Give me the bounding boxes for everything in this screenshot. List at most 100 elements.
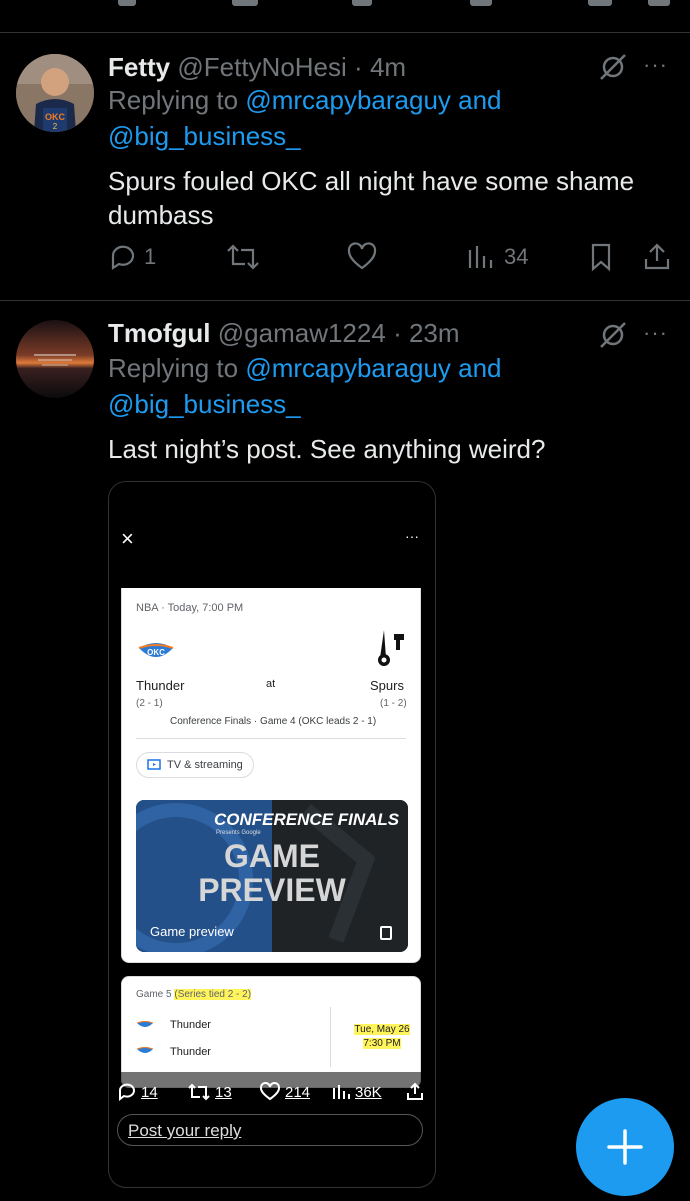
divider [136,738,406,739]
tweet-actions: 1 34 [108,242,670,282]
handle[interactable]: @FettyNoHesi [177,52,346,82]
share-icon [407,1082,423,1100]
away-record: (2 - 1) [136,698,163,709]
menu-icon: ··· [405,528,419,544]
avatar[interactable] [16,320,94,398]
reply-button[interactable]: 1 [108,242,156,272]
reply-icon [119,1083,135,1101]
game5-series: (Series tied 2 - 2) [174,989,252,1000]
overlay-like-count: 214 [285,1083,311,1101]
overlay-like[interactable]: 214 [259,1082,310,1102]
divider [330,1007,331,1067]
tweet-header: Tmofgul @gamaw1224 · 23m [108,318,460,349]
tweet-text: Spurs fouled OKC all night have some sha… [108,164,668,232]
like-icon [347,242,377,270]
bookmark-button[interactable] [586,242,616,272]
share-button[interactable] [642,242,672,272]
mention-link[interactable]: @mrcapybaraguy [245,85,451,115]
at-label: at [266,678,276,690]
away-team: Thunder [136,678,185,693]
more-icon[interactable]: ··· [643,52,668,78]
overlay-views-count: 36K [355,1083,382,1101]
display-name[interactable]: Fetty [108,52,170,82]
thunder-logo: OKC [138,643,174,657]
grok-icon[interactable] [596,318,630,352]
timestamp[interactable]: 23m [409,318,460,348]
replying-to: Replying to @mrcapybaraguy and @big_busi… [108,82,502,154]
banner-caption: Game preview [150,924,234,939]
overlay-retweet[interactable]: 13 [187,1082,232,1102]
spurs-logo [378,630,404,666]
g5-team1: Thunder [170,1019,211,1031]
like-icon [260,1082,280,1101]
compose-button[interactable] [576,1098,674,1196]
reply-icon [111,245,135,271]
avatar[interactable]: OKC 2 [16,54,94,132]
embedded-screenshot[interactable]: × ··· NBA · Today, 7:00 PM OKC Thunder (… [108,481,436,1188]
g5-datetime: Tue, May 26 7:30 PM [344,1023,420,1051]
reply-count: 1 [144,244,157,269]
chip-label: TV & streaming [167,759,243,771]
video-icon [380,926,392,940]
embedded-top-bar: × ··· [109,482,435,588]
handle[interactable]: @gamaw1224 [218,318,386,348]
timestamp[interactable]: 4m [370,52,406,82]
mention-link[interactable]: @big_business_ [108,389,301,419]
post-reply-input[interactable]: Post your reply [117,1114,423,1146]
banner-line2: PREVIEW [198,872,346,908]
tv-icon [147,759,161,770]
banner-presents: Presents Google [216,830,261,836]
game-card: NBA · Today, 7:00 PM OKC Thunder (2 - 1)… [121,588,421,963]
home-record: (1 - 2) [380,698,407,709]
game-preview-banner[interactable]: CONFERENCE FINALS Presents Google GAME P… [136,800,408,952]
display-name[interactable]: Tmofgul [108,318,211,348]
retweet-icon [227,244,259,270]
tv-streaming-chip[interactable]: TV & streaming [136,752,254,778]
thunder-logo [136,1021,154,1027]
close-icon: × [121,526,134,551]
views-button[interactable]: 34 [466,242,528,272]
g5-time: 7:30 PM [363,1038,401,1049]
separator-dot: · [393,318,402,348]
replying-prefix: Replying to [108,85,239,115]
retweet-icon [188,1083,210,1101]
tweet-text-line: dumbass [108,200,214,230]
overlay-views[interactable]: 36K [331,1082,382,1102]
tweet-header: Fetty @FettyNoHesi · 4m [108,52,406,83]
tweet-text: Last night’s post. See anything weird? [108,434,546,464]
overlay-retweet-count: 13 [215,1083,232,1101]
g5-team2: Thunder [170,1046,211,1058]
overlay-reply[interactable]: 14 [117,1082,158,1102]
mention-and: and [458,85,502,115]
svg-text:OKC: OKC [147,648,165,657]
mention-and: and [458,353,502,383]
thunder-logo [136,1047,154,1053]
retweet-button[interactable] [226,242,260,272]
views-count: 34 [504,244,529,269]
overlay-share[interactable] [405,1082,425,1102]
g5-date: Tue, May 26 [354,1024,410,1035]
previous-tweet-actions-fragment [0,0,690,12]
tweet-fetty[interactable]: OKC 2 Fetty @FettyNoHesi · 4m ··· Replyi… [0,32,690,300]
league-time: NBA · Today, 7:00 PM [136,602,244,614]
separator-dot: · [354,52,363,82]
replying-to: Replying to @mrcapybaraguy and @big_busi… [108,350,502,422]
overlay-reply-count: 14 [141,1083,158,1101]
game5-label: Game 5 (Series tied 2 - 2) [136,989,252,1000]
plus-icon [607,1129,643,1165]
views-icon [333,1085,350,1099]
replying-prefix: Replying to [108,353,239,383]
svg-text:2: 2 [53,122,58,131]
mention-link[interactable]: @big_business_ [108,121,301,151]
views-icon [468,246,493,268]
more-icon[interactable]: ··· [643,320,668,346]
grok-icon[interactable] [596,50,630,84]
tweet-text-line: Spurs fouled OKC all night have some sha… [108,166,635,196]
like-button[interactable] [346,242,378,272]
game5-prefix: Game 5 [136,989,172,1000]
mention-link[interactable]: @mrcapybaraguy [245,353,451,383]
banner-line1: GAME [224,838,320,874]
svg-text:OKC: OKC [45,112,66,122]
bookmark-icon [591,243,611,272]
series-note: Conference Finals · Game 4 (OKC leads 2 … [170,716,377,727]
